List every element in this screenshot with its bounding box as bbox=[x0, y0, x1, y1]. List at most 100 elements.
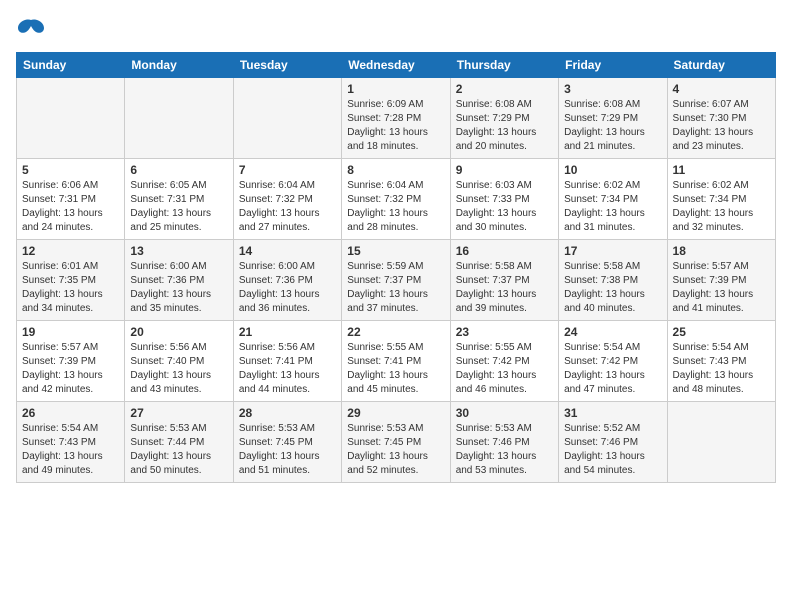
header-tuesday: Tuesday bbox=[233, 53, 341, 78]
calendar-cell: 24 Sunrise: 5:54 AM Sunset: 7:42 PM Dayli… bbox=[559, 321, 667, 402]
day-info: Sunrise: 6:04 AM Sunset: 7:32 PM Dayligh… bbox=[347, 179, 444, 235]
day-info: Sunrise: 6:06 AM Sunset: 7:31 PM Dayligh… bbox=[22, 179, 119, 235]
day-info: Sunrise: 5:53 AM Sunset: 7:44 PM Dayligh… bbox=[130, 422, 227, 478]
calendar-cell: 23Sunrise: 5:55 AM Sunset: 7:42 PM Dayli… bbox=[450, 321, 558, 402]
day-number: 14 bbox=[239, 244, 336, 258]
header-thursday: Thursday bbox=[450, 53, 558, 78]
calendar-cell: 4 Sunrise: 6:07 AM Sunset: 7:30 PM Daylig… bbox=[667, 78, 775, 159]
day-info: Sunrise: 5:59 AM Sunset: 7:37 PM Dayligh… bbox=[347, 260, 444, 316]
day-number: 2 bbox=[456, 82, 553, 96]
calendar-cell: 2 Sunrise: 6:08 AM Sunset: 7:29 PM Daylig… bbox=[450, 78, 558, 159]
calendar-cell: 13 Sunrise: 6:00 AM Sunset: 7:36 PM Dayli… bbox=[125, 240, 233, 321]
day-info: Sunrise: 5:57 AM Sunset: 7:39 PM Dayligh… bbox=[673, 260, 770, 316]
day-info: Sunrise: 6:04 AM Sunset: 7:32 PM Dayligh… bbox=[239, 179, 336, 235]
day-number: 9 bbox=[456, 163, 553, 177]
day-info: Sunrise: 5:52 AM Sunset: 7:46 PM Dayligh… bbox=[564, 422, 661, 478]
calendar-cell: 9 Sunrise: 6:03 AM Sunset: 7:33 PM Daylig… bbox=[450, 159, 558, 240]
header-saturday: Saturday bbox=[667, 53, 775, 78]
calendar-cell bbox=[17, 78, 125, 159]
calendar-cell: 5 Sunrise: 6:06 AM Sunset: 7:31 PM Daylig… bbox=[17, 159, 125, 240]
day-info: Sunrise: 5:57 AM Sunset: 7:39 PM Dayligh… bbox=[22, 341, 119, 397]
week-row-3: 12 Sunrise: 6:01 AM Sunset: 7:35 PM Dayli… bbox=[17, 240, 776, 321]
day-info: Sunrise: 5:53 AM Sunset: 7:45 PM Dayligh… bbox=[239, 422, 336, 478]
calendar-cell: 19 Sunrise: 5:57 AM Sunset: 7:39 PM Dayli… bbox=[17, 321, 125, 402]
day-number: 12 bbox=[22, 244, 119, 258]
page-header bbox=[16, 16, 776, 40]
day-number: 21 bbox=[239, 325, 336, 339]
day-info: Sunrise: 6:05 AM Sunset: 7:31 PM Dayligh… bbox=[130, 179, 227, 235]
day-info: Sunrise: 5:58 AM Sunset: 7:37 PM Dayligh… bbox=[456, 260, 553, 316]
calendar-cell: 17Sunrise: 5:58 AM Sunset: 7:38 PM Dayli… bbox=[559, 240, 667, 321]
day-number: 22 bbox=[347, 325, 444, 339]
day-number: 3 bbox=[564, 82, 661, 96]
header-monday: Monday bbox=[125, 53, 233, 78]
calendar-cell: 6 Sunrise: 6:05 AM Sunset: 7:31 PM Daylig… bbox=[125, 159, 233, 240]
day-info: Sunrise: 5:54 AM Sunset: 7:42 PM Dayligh… bbox=[564, 341, 661, 397]
day-number: 13 bbox=[130, 244, 227, 258]
day-number: 18 bbox=[673, 244, 770, 258]
calendar-cell: 27Sunrise: 5:53 AM Sunset: 7:44 PM Dayli… bbox=[125, 402, 233, 483]
day-number: 17 bbox=[564, 244, 661, 258]
day-number: 4 bbox=[673, 82, 770, 96]
calendar-cell: 15Sunrise: 5:59 AM Sunset: 7:37 PM Dayli… bbox=[342, 240, 450, 321]
calendar-cell: 20 Sunrise: 5:56 AM Sunset: 7:40 PM Dayli… bbox=[125, 321, 233, 402]
day-info: Sunrise: 5:55 AM Sunset: 7:41 PM Dayligh… bbox=[347, 341, 444, 397]
header-sunday: Sunday bbox=[17, 53, 125, 78]
day-number: 19 bbox=[22, 325, 119, 339]
day-info: Sunrise: 6:03 AM Sunset: 7:33 PM Dayligh… bbox=[456, 179, 553, 235]
week-row-5: 26 Sunrise: 5:54 AM Sunset: 7:43 PM Dayli… bbox=[17, 402, 776, 483]
day-info: Sunrise: 6:02 AM Sunset: 7:34 PM Dayligh… bbox=[564, 179, 661, 235]
day-info: Sunrise: 6:08 AM Sunset: 7:29 PM Dayligh… bbox=[564, 98, 661, 154]
calendar-cell: 16 Sunrise: 5:58 AM Sunset: 7:37 PM Dayli… bbox=[450, 240, 558, 321]
calendar-table: SundayMondayTuesdayWednesdayThursdayFrid… bbox=[16, 52, 776, 483]
day-number: 31 bbox=[564, 406, 661, 420]
week-row-2: 5 Sunrise: 6:06 AM Sunset: 7:31 PM Daylig… bbox=[17, 159, 776, 240]
day-number: 5 bbox=[22, 163, 119, 177]
day-number: 26 bbox=[22, 406, 119, 420]
day-info: Sunrise: 5:53 AM Sunset: 7:46 PM Dayligh… bbox=[456, 422, 553, 478]
day-info: Sunrise: 5:56 AM Sunset: 7:40 PM Dayligh… bbox=[130, 341, 227, 397]
day-number: 29 bbox=[347, 406, 444, 420]
day-number: 30 bbox=[456, 406, 553, 420]
calendar-cell: 10 Sunrise: 6:02 AM Sunset: 7:34 PM Dayli… bbox=[559, 159, 667, 240]
calendar-cell: 11Sunrise: 6:02 AM Sunset: 7:34 PM Dayli… bbox=[667, 159, 775, 240]
calendar-cell: 7Sunrise: 6:04 AM Sunset: 7:32 PM Daylig… bbox=[233, 159, 341, 240]
header-row: SundayMondayTuesdayWednesdayThursdayFrid… bbox=[17, 53, 776, 78]
day-info: Sunrise: 5:53 AM Sunset: 7:45 PM Dayligh… bbox=[347, 422, 444, 478]
calendar-cell: 25 Sunrise: 5:54 AM Sunset: 7:43 PM Dayli… bbox=[667, 321, 775, 402]
day-info: Sunrise: 6:01 AM Sunset: 7:35 PM Dayligh… bbox=[22, 260, 119, 316]
header-wednesday: Wednesday bbox=[342, 53, 450, 78]
day-info: Sunrise: 6:02 AM Sunset: 7:34 PM Dayligh… bbox=[673, 179, 770, 235]
calendar-cell: 1 Sunrise: 6:09 AM Sunset: 7:28 PM Daylig… bbox=[342, 78, 450, 159]
day-number: 6 bbox=[130, 163, 227, 177]
day-info: Sunrise: 5:54 AM Sunset: 7:43 PM Dayligh… bbox=[22, 422, 119, 478]
day-number: 10 bbox=[564, 163, 661, 177]
calendar-cell: 29 Sunrise: 5:53 AM Sunset: 7:45 PM Dayli… bbox=[342, 402, 450, 483]
calendar-cell: 26 Sunrise: 5:54 AM Sunset: 7:43 PM Dayli… bbox=[17, 402, 125, 483]
day-number: 8 bbox=[347, 163, 444, 177]
day-info: Sunrise: 6:07 AM Sunset: 7:30 PM Dayligh… bbox=[673, 98, 770, 154]
calendar-cell: 8 Sunrise: 6:04 AM Sunset: 7:32 PM Daylig… bbox=[342, 159, 450, 240]
calendar-cell bbox=[233, 78, 341, 159]
day-info: Sunrise: 5:54 AM Sunset: 7:43 PM Dayligh… bbox=[673, 341, 770, 397]
day-info: Sunrise: 5:56 AM Sunset: 7:41 PM Dayligh… bbox=[239, 341, 336, 397]
logo bbox=[16, 16, 50, 40]
calendar-cell bbox=[125, 78, 233, 159]
day-number: 24 bbox=[564, 325, 661, 339]
day-info: Sunrise: 6:00 AM Sunset: 7:36 PM Dayligh… bbox=[130, 260, 227, 316]
calendar-cell: 28Sunrise: 5:53 AM Sunset: 7:45 PM Dayli… bbox=[233, 402, 341, 483]
calendar-cell: 14Sunrise: 6:00 AM Sunset: 7:36 PM Dayli… bbox=[233, 240, 341, 321]
day-number: 1 bbox=[347, 82, 444, 96]
calendar-cell: 21 Sunrise: 5:56 AM Sunset: 7:41 PM Dayli… bbox=[233, 321, 341, 402]
week-row-1: 1 Sunrise: 6:09 AM Sunset: 7:28 PM Daylig… bbox=[17, 78, 776, 159]
day-number: 20 bbox=[130, 325, 227, 339]
day-info: Sunrise: 6:09 AM Sunset: 7:28 PM Dayligh… bbox=[347, 98, 444, 154]
calendar-cell: 22 Sunrise: 5:55 AM Sunset: 7:41 PM Dayli… bbox=[342, 321, 450, 402]
week-row-4: 19 Sunrise: 5:57 AM Sunset: 7:39 PM Dayli… bbox=[17, 321, 776, 402]
day-number: 16 bbox=[456, 244, 553, 258]
calendar-header: SundayMondayTuesdayWednesdayThursdayFrid… bbox=[17, 53, 776, 78]
day-number: 25 bbox=[673, 325, 770, 339]
calendar-cell: 3 Sunrise: 6:08 AM Sunset: 7:29 PM Daylig… bbox=[559, 78, 667, 159]
calendar-cell bbox=[667, 402, 775, 483]
day-info: Sunrise: 6:08 AM Sunset: 7:29 PM Dayligh… bbox=[456, 98, 553, 154]
